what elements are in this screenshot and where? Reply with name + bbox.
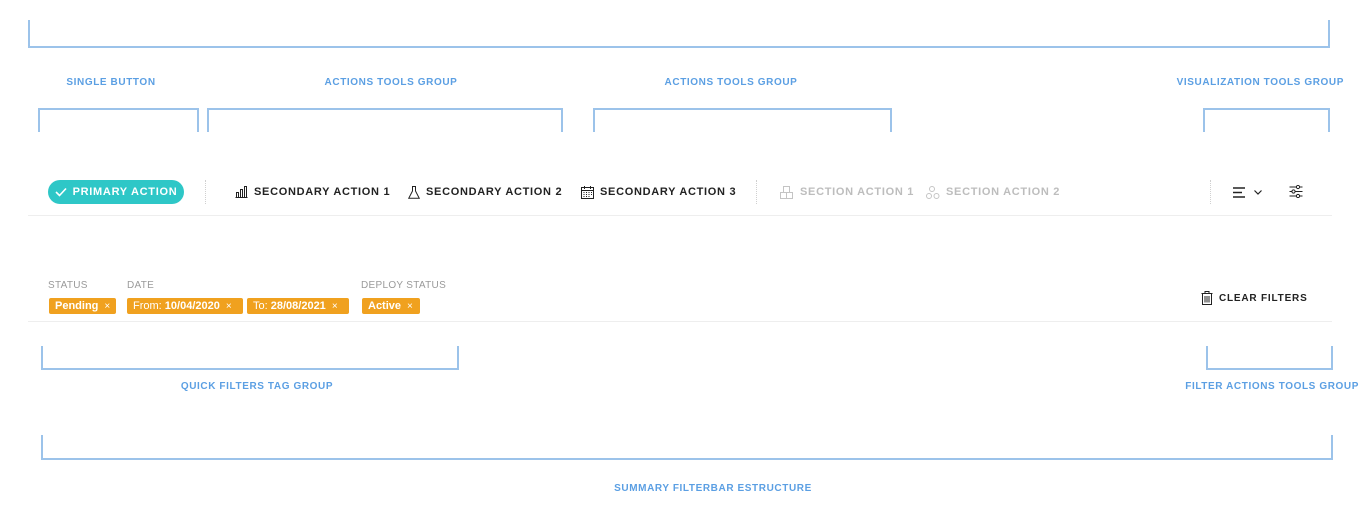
actions-group-bracket <box>207 108 563 132</box>
filter-label-deploy-status: DEPLOY STATUS <box>361 280 447 291</box>
primary-action-button[interactable]: PRIMARY ACTION <box>48 180 184 204</box>
filter-tag-prefix: From: <box>133 300 162 312</box>
filter-tag-value: Active <box>368 300 402 312</box>
bar-chart-icon <box>235 186 248 198</box>
summary-bracket <box>41 435 1333 460</box>
section-action-2-button[interactable]: SECTION ACTION 2 <box>926 184 1060 200</box>
secondary-action-2-label: SECONDARY ACTION 2 <box>426 186 563 198</box>
filters-divider <box>28 321 1332 322</box>
filter-actions-bracket <box>1206 346 1333 370</box>
chevron-down-icon <box>1254 189 1262 195</box>
toolbar-divider <box>28 215 1332 216</box>
list-view-icon <box>1233 186 1245 198</box>
visualization-group-bracket <box>1203 108 1330 132</box>
actions-group-bracket <box>593 108 892 132</box>
filter-tag-status[interactable]: Pending × <box>49 298 116 314</box>
actions-group-annotation: ACTIONS TOOLS GROUP <box>664 77 798 88</box>
secondary-action-3-button[interactable]: SECONDARY ACTION 3 <box>581 184 736 200</box>
section-action-2-label: SECTION ACTION 2 <box>946 186 1061 198</box>
filter-tag-value: Pending <box>55 300 99 312</box>
divider <box>756 180 757 204</box>
secondary-action-3-label: SECONDARY ACTION 3 <box>600 186 737 198</box>
remove-tag-icon[interactable]: × <box>226 301 232 312</box>
filter-label-date: DATE <box>127 280 155 291</box>
single-button-bracket <box>38 108 199 132</box>
remove-tag-icon[interactable]: × <box>104 301 110 312</box>
sliders-icon <box>1289 184 1303 199</box>
flask-icon <box>408 185 420 199</box>
filter-label-status: STATUS <box>48 280 88 291</box>
section-action-1-label: SECTION ACTION 1 <box>800 186 915 198</box>
visualization-group-annotation: VISUALIZATION TOOLS GROUP <box>1176 77 1344 88</box>
calendar-icon <box>581 185 594 199</box>
actions-group-annotation: ACTIONS TOOLS GROUP <box>324 77 458 88</box>
summary-annotation: SUMMARY FILTERBAR ESTRUCTURE <box>614 483 812 494</box>
trash-icon <box>1201 291 1213 305</box>
section-action-1-button[interactable]: SECTION ACTION 1 <box>780 184 914 200</box>
nodes-icon <box>926 185 940 199</box>
filter-tag-date-from[interactable]: From: 10/04/2020 × <box>127 298 243 314</box>
filter-tag-prefix: To: <box>253 300 268 312</box>
filter-tag-value: 10/04/2020 <box>164 300 220 312</box>
filter-tag-date-to[interactable]: To: 28/08/2021 × <box>247 298 349 314</box>
divider <box>205 180 206 204</box>
secondary-action-2-button[interactable]: SECONDARY ACTION 2 <box>408 184 562 200</box>
clear-filters-label: CLEAR FILTERS <box>1219 292 1308 304</box>
remove-tag-icon[interactable]: × <box>407 301 413 312</box>
filter-tag-value: 28/08/2021 <box>270 300 326 312</box>
quick-filters-bracket <box>41 346 459 370</box>
top-bracket <box>28 20 1330 48</box>
filter-tag-deploy-status[interactable]: Active × <box>362 298 420 314</box>
secondary-action-1-button[interactable]: SECONDARY ACTION 1 <box>235 184 390 200</box>
remove-tag-icon[interactable]: × <box>332 301 338 312</box>
filter-actions-annotation: FILTER ACTIONS TOOLS GROUP <box>1185 381 1359 392</box>
primary-action-label: PRIMARY ACTION <box>72 186 178 198</box>
divider <box>1210 180 1211 204</box>
boxes-icon <box>780 185 793 199</box>
secondary-action-1-label: SECONDARY ACTION 1 <box>254 186 391 198</box>
single-button-annotation: SINGLE BUTTON <box>66 77 156 88</box>
quick-filters-annotation: QUICK FILTERS TAG GROUP <box>180 381 334 392</box>
check-icon <box>55 187 67 197</box>
clear-filters-button[interactable]: CLEAR FILTERS <box>1201 290 1308 306</box>
settings-sliders-button[interactable] <box>1289 184 1303 199</box>
view-mode-dropdown[interactable] <box>1233 185 1269 199</box>
